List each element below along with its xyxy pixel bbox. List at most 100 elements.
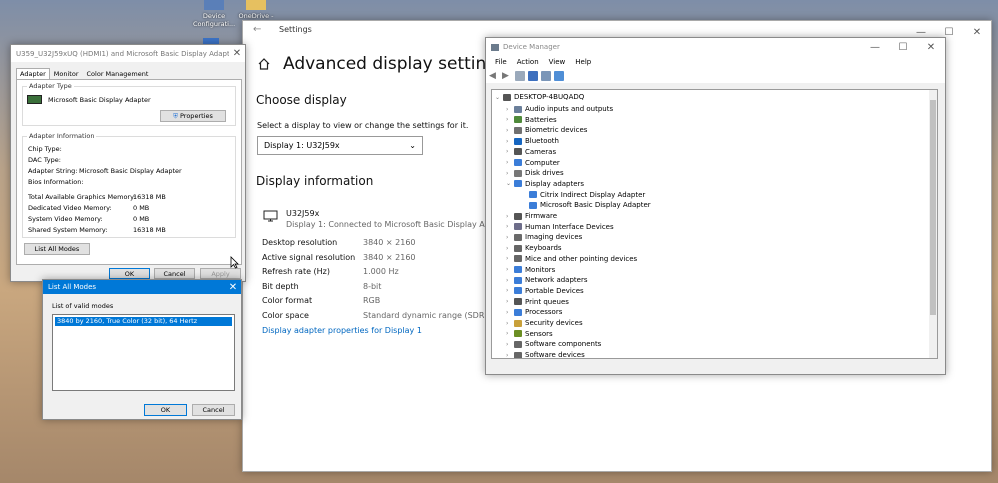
menu-file[interactable]: File	[490, 56, 512, 69]
device-tree-child[interactable]: Microsoft Basic Display Adapter	[521, 200, 651, 211]
cancel-button[interactable]: Cancel	[192, 404, 235, 416]
device-tree-category[interactable]: › Network adapters	[506, 275, 588, 286]
device-tree-category[interactable]: › Print queues	[506, 296, 569, 307]
chevron-right-icon[interactable]: ›	[506, 159, 514, 166]
chevron-right-icon[interactable]: ›	[506, 223, 514, 230]
modes-listbox[interactable]: 3840 by 2160, True Color (32 bit), 64 He…	[52, 314, 235, 391]
close-icon[interactable]: ✕	[963, 21, 991, 43]
device-tree-category[interactable]: › Security devices	[506, 318, 583, 329]
desktop-icon-device-config[interactable]: Device Configurati...	[193, 0, 235, 28]
list-item[interactable]: 3840 by 2160, True Color (32 bit), 64 He…	[55, 317, 232, 326]
close-icon[interactable]: ✕	[225, 280, 241, 294]
chevron-right-icon[interactable]: ›	[506, 287, 514, 294]
device-tree-category[interactable]: › Keyboards	[506, 243, 562, 254]
scrollbar-thumb[interactable]	[930, 100, 936, 315]
scan-hardware-tool-icon[interactable]	[554, 71, 564, 81]
device-category-icon	[514, 255, 522, 263]
device-tree-label: Security devices	[525, 319, 583, 328]
update-driver-tool-icon[interactable]	[541, 71, 551, 81]
chevron-right-icon[interactable]: ›	[506, 116, 514, 123]
close-icon[interactable]: ✕	[229, 45, 245, 62]
device-tree-category[interactable]: › Bluetooth	[506, 136, 559, 147]
chevron-right-icon[interactable]: ›	[506, 245, 514, 252]
device-tree-category[interactable]: › Mice and other pointing devices	[506, 254, 637, 265]
device-tree-category[interactable]: › Disk drives	[506, 168, 564, 179]
chevron-right-icon[interactable]: ›	[506, 234, 514, 241]
cancel-button[interactable]: Cancel	[154, 268, 195, 279]
back-arrow-icon[interactable]: ◀	[489, 71, 499, 81]
help-tool-icon[interactable]	[528, 71, 538, 81]
menu-view[interactable]: View	[544, 56, 571, 69]
tree-root[interactable]: ⌄ DESKTOP-4BUQADQ	[495, 92, 584, 103]
device-tree-label: Computer	[525, 158, 560, 167]
device-tree-category[interactable]: › Processors	[506, 307, 562, 318]
chevron-right-icon[interactable]: ›	[506, 277, 514, 284]
chevron-right-icon[interactable]: ›	[506, 148, 514, 155]
mem-shared-label: Shared System Memory:	[28, 226, 108, 234]
device-tree-category[interactable]: ⌄ Display adapters	[506, 179, 584, 190]
ok-button[interactable]: OK	[144, 404, 187, 416]
back-arrow-icon[interactable]: ←	[253, 24, 261, 35]
device-tree-category[interactable]: › Biometric devices	[506, 125, 587, 136]
folder-icon	[246, 0, 266, 10]
chevron-right-icon[interactable]: ›	[506, 320, 514, 327]
device-category-icon	[514, 116, 522, 124]
device-tree-category[interactable]: › Batteries	[506, 114, 557, 125]
device-tree-child[interactable]: Citrix Indirect Display Adapter	[521, 189, 645, 200]
list-all-modes-dialog: List All Modes ✕ List of valid modes 384…	[42, 279, 242, 420]
chevron-right-icon[interactable]: ›	[506, 138, 514, 145]
dialog-title: List All Modes	[48, 283, 97, 291]
chevron-down-icon[interactable]: ⌄	[506, 180, 514, 187]
device-tree-category[interactable]: › Firmware	[506, 211, 557, 222]
device-tree-category[interactable]: › Audio inputs and outputs	[506, 104, 613, 115]
chevron-right-icon[interactable]: ›	[506, 127, 514, 134]
properties-button-label: Properties	[180, 112, 213, 120]
device-manager-window: Device Manager — ☐ ✕ File Action View He…	[485, 37, 946, 375]
properties-button[interactable]: ⛨ Properties	[160, 110, 226, 122]
device-category-icon	[514, 287, 522, 295]
toolbar: ◀ ▶	[486, 69, 945, 83]
chevron-right-icon[interactable]: ›	[506, 330, 514, 337]
properties-tool-icon[interactable]	[515, 71, 525, 81]
device-tree-label: Monitors	[525, 265, 556, 274]
chevron-right-icon[interactable]: ›	[506, 106, 514, 113]
close-icon[interactable]: ✕	[917, 38, 945, 56]
display-select[interactable]: Display 1: U32J59x ⌄	[257, 136, 423, 155]
chevron-right-icon[interactable]: ›	[506, 352, 514, 358]
device-tree-category[interactable]: › Software devices	[506, 350, 585, 358]
chevron-right-icon[interactable]: ›	[506, 255, 514, 262]
display-info-heading: Display information	[256, 174, 374, 188]
maximize-icon[interactable]: ☐	[889, 38, 917, 56]
minimize-icon[interactable]: —	[861, 38, 889, 56]
menu-action[interactable]: Action	[512, 56, 544, 69]
mem-system-label: System Video Memory:	[28, 215, 103, 223]
device-tree-category[interactable]: › Software components	[506, 339, 601, 350]
display-adapter-properties-link[interactable]: Display adapter properties for Display 1	[262, 326, 422, 335]
device-tree-category[interactable]: › Sensors	[506, 328, 553, 339]
apply-button[interactable]: Apply	[200, 268, 241, 279]
home-icon[interactable]	[257, 57, 271, 71]
device-tree-category[interactable]: › Imaging devices	[506, 232, 582, 243]
list-all-modes-button[interactable]: List All Modes	[24, 243, 90, 255]
menu-help[interactable]: Help	[570, 56, 596, 69]
device-tree-category[interactable]: › Cameras	[506, 147, 556, 158]
info-row-bit-depth: Bit depth 8-bit	[262, 282, 382, 291]
chevron-right-icon[interactable]: ›	[506, 213, 514, 220]
ok-button[interactable]: OK	[109, 268, 150, 279]
chevron-right-icon[interactable]: ›	[506, 170, 514, 177]
device-category-icon	[514, 330, 522, 338]
device-tree-category[interactable]: › Portable Devices	[506, 286, 584, 297]
device-tree-category[interactable]: › Computer	[506, 157, 560, 168]
device-tree-label: Network adapters	[525, 276, 588, 285]
vertical-scrollbar[interactable]	[929, 90, 937, 358]
chevron-right-icon[interactable]: ›	[506, 266, 514, 273]
device-tree-label: Firmware	[525, 212, 558, 221]
device-tree-category[interactable]: › Monitors	[506, 264, 555, 275]
device-category-icon	[514, 233, 522, 241]
chevron-right-icon[interactable]: ›	[506, 309, 514, 316]
forward-arrow-icon[interactable]: ▶	[502, 71, 512, 81]
chevron-right-icon[interactable]: ›	[506, 298, 514, 305]
device-tree-label: Display adapters	[525, 179, 585, 188]
device-tree-category[interactable]: › Human Interface Devices	[506, 221, 614, 232]
chevron-right-icon[interactable]: ›	[506, 341, 514, 348]
